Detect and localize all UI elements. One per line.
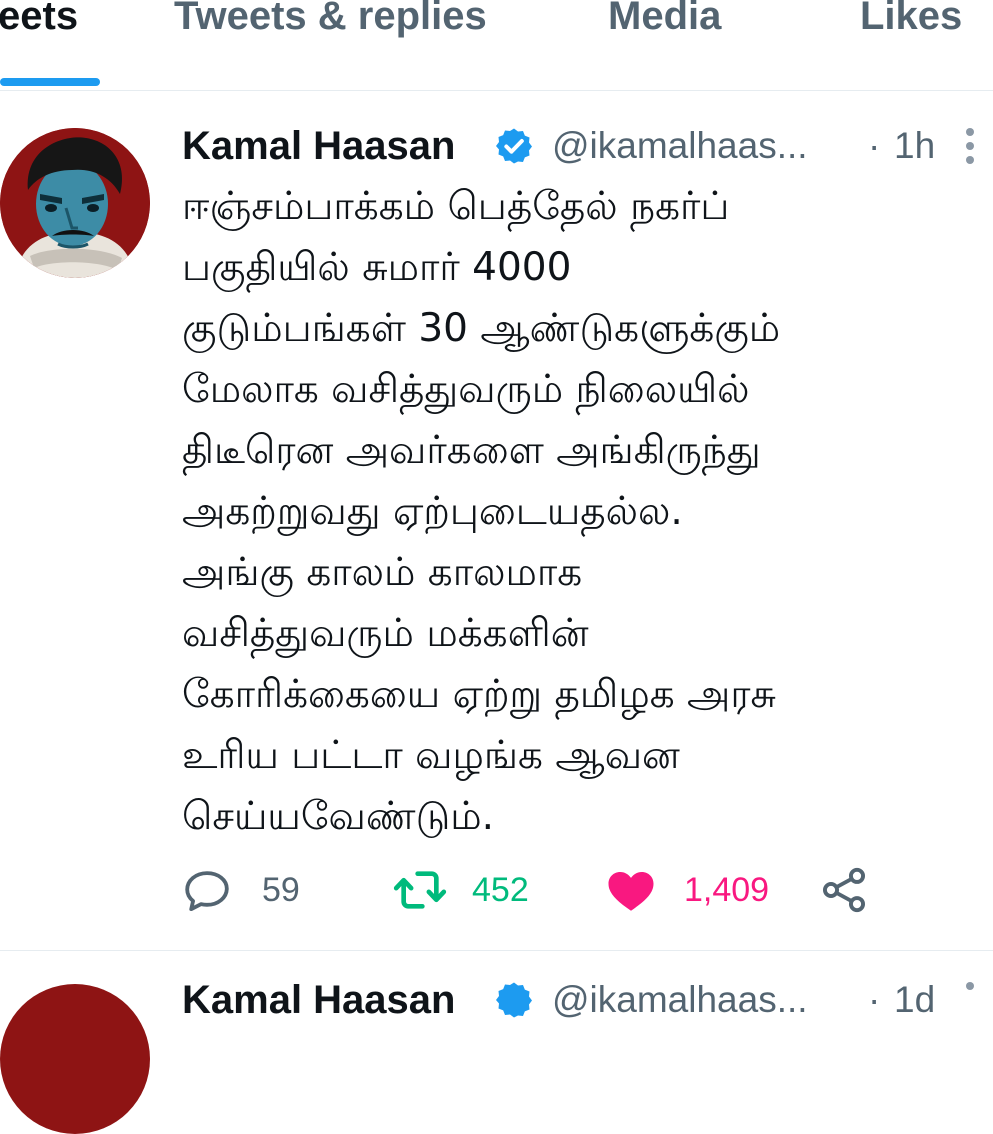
tweet-text-line: ஈஞ்சம்பாக்கம் பெத்தேல் நகர்ப் [182, 184, 730, 229]
more-vertical-icon[interactable] [950, 978, 990, 1022]
verified-badge-icon [496, 128, 532, 164]
avatar-portrait-image [0, 128, 150, 278]
tweet-text-line: வசித்துவரும் மக்களின் [182, 611, 589, 656]
separator-dot: · [868, 125, 881, 166]
tweet-timestamp[interactable]: 1d [894, 972, 935, 1028]
tab-tweets-and-replies[interactable]: Tweets & replies [174, 0, 487, 39]
tab-tweets[interactable]: eets [0, 0, 78, 39]
tab-likes[interactable]: Likes [860, 0, 962, 39]
reply-count: 59 [262, 870, 300, 909]
like-count: 1,409 [684, 870, 770, 909]
avatar[interactable] [0, 984, 150, 1134]
retweet-icon [393, 871, 447, 909]
active-tab-indicator [0, 78, 100, 86]
share-button[interactable] [818, 858, 870, 922]
avatar[interactable] [0, 128, 150, 278]
author-name[interactable]: Kamal Haasan [182, 118, 455, 174]
more-vertical-icon[interactable] [950, 124, 990, 168]
tweet-text: ஈஞ்சம்பாக்கம் பெத்தேல் நகர்ப் பகுதியில் … [182, 176, 982, 847]
like-button[interactable]: 1,409 [604, 858, 769, 922]
tab-media[interactable]: Media [608, 0, 721, 39]
tweet-text-line: செய்யவேண்டும். [182, 794, 495, 839]
heart-icon [608, 872, 654, 911]
retweet-button[interactable]: 452 [392, 858, 529, 922]
profile-tabs: eets Tweets & replies Media Likes [0, 0, 993, 91]
tweet-timestamp[interactable]: 1h [894, 118, 935, 174]
tweet-text-line: திடீரென அவர்களை அங்கிருந்து [182, 428, 761, 473]
separator-dot: · [868, 979, 881, 1020]
tweet-text-line: மேலாக வசித்துவரும் நிலையில் [182, 367, 750, 412]
tweet-header: Kamal Haasan @ikamalhaas... · 1h [182, 118, 982, 174]
tweet-text-line: பகுதியில் சுமார் 4000 [182, 245, 572, 290]
verified-badge-icon [496, 982, 532, 1018]
reply-button[interactable]: 59 [180, 858, 300, 922]
tweet-actions: 59 452 1,409 [180, 858, 940, 922]
share-icon [822, 867, 866, 913]
tweet-text-line: உரிய பட்டா வழங்க ஆவன [182, 733, 680, 778]
author-handle[interactable]: @ikamalhaas... [552, 972, 808, 1028]
author-handle[interactable]: @ikamalhaas... [552, 118, 808, 174]
tweet-text-line: கோரிக்கையை ஏற்று தமிழக அரசு [182, 672, 776, 717]
author-name[interactable]: Kamal Haasan [182, 972, 455, 1028]
tweet-divider [0, 950, 993, 951]
tweet-text-line: குடும்பங்கள் 30 ஆண்டுகளுக்கும் [182, 306, 781, 351]
tweet-text-line: அங்கு காலம் காலமாக [182, 550, 583, 595]
reply-icon [185, 871, 229, 912]
tweet-text-line: அகற்றுவது ஏற்புடையதல்ல. [182, 489, 683, 534]
retweet-count: 452 [472, 870, 529, 909]
